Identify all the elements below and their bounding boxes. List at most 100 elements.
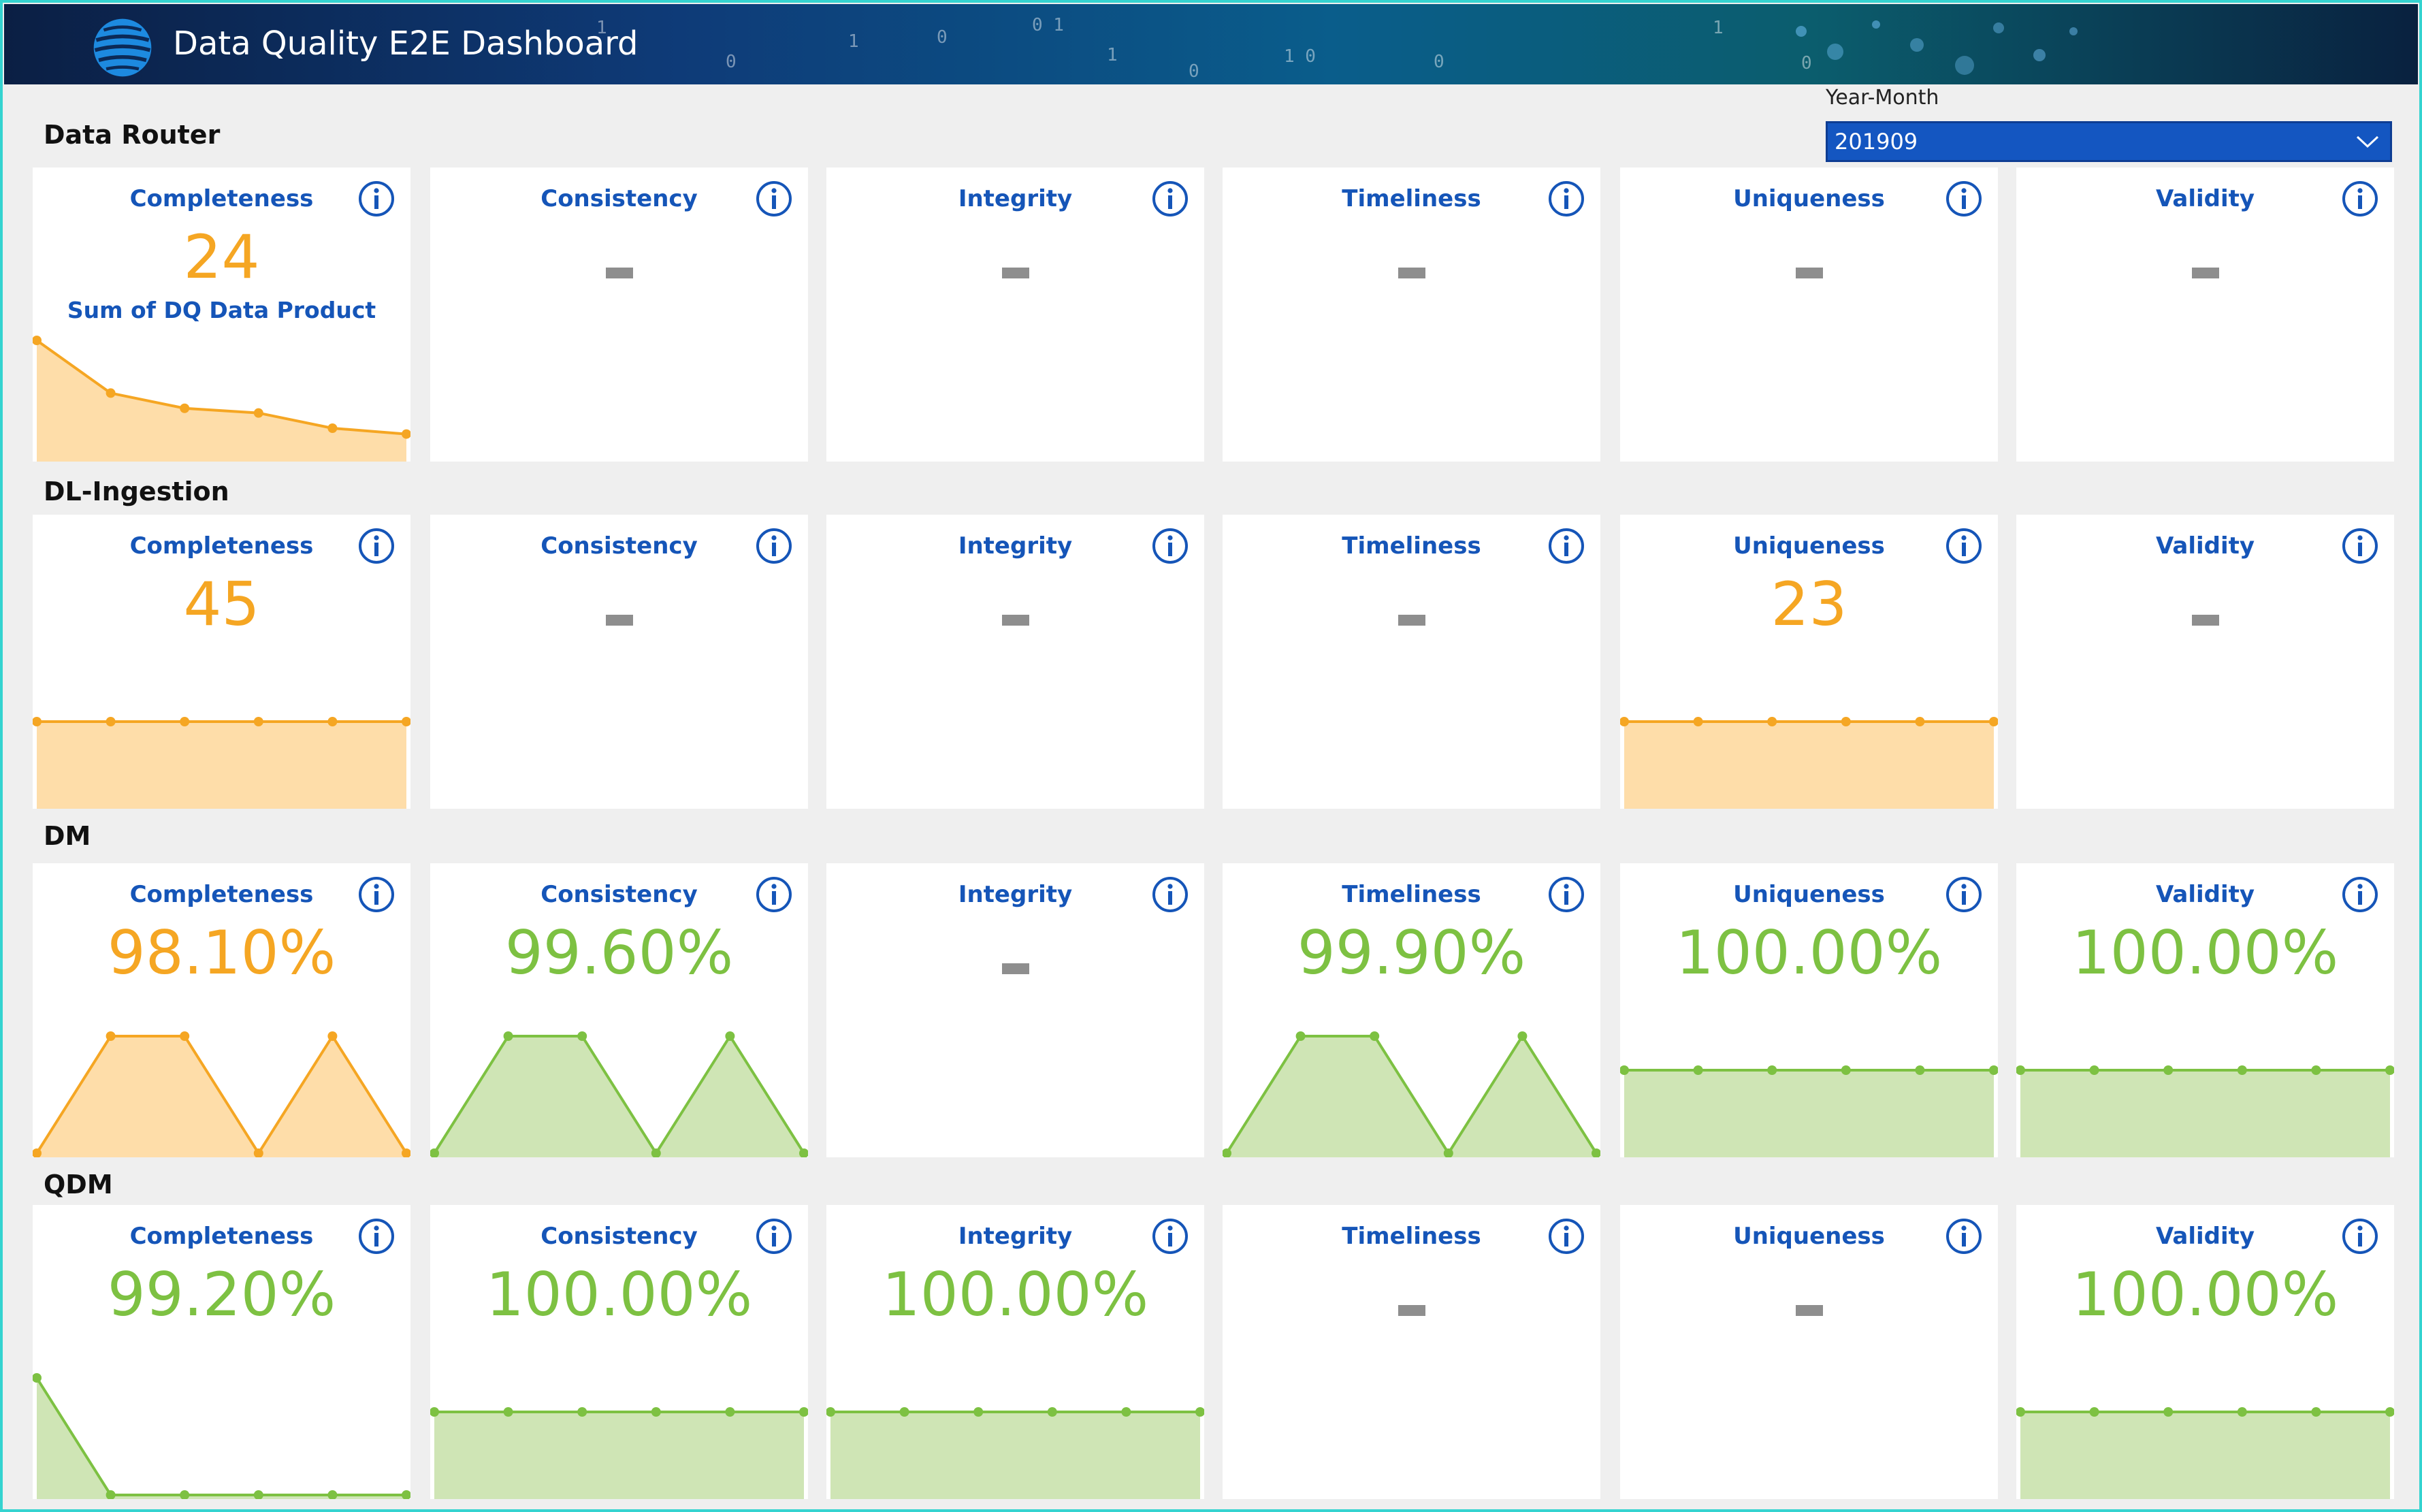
- sparkline-area: [434, 1412, 804, 1499]
- kpi-card-integrity[interactable]: Integrity: [826, 167, 1204, 462]
- section-label: QDM: [44, 1170, 113, 1200]
- kpi-value: 99.90%: [1297, 918, 1526, 988]
- year-month-value: 201909: [1835, 129, 1918, 155]
- info-icon[interactable]: [1151, 875, 1189, 914]
- info-icon[interactable]: [1547, 875, 1585, 914]
- kpi-card-integrity[interactable]: Integrity: [826, 863, 1204, 1157]
- info-icon[interactable]: [1547, 180, 1585, 218]
- info-icon[interactable]: [357, 875, 395, 914]
- kpi-card-uniqueness[interactable]: Uniqueness 23: [1620, 515, 1998, 809]
- info-icon[interactable]: [1151, 180, 1189, 218]
- kpi-card-timeliness[interactable]: Timeliness: [1223, 515, 1600, 809]
- sparkline-point: [725, 1407, 735, 1417]
- sparkline-chart: [430, 1407, 808, 1499]
- sparkline-chart: [33, 717, 410, 809]
- kpi-card-timeliness[interactable]: Timeliness 99.90%: [1223, 863, 1600, 1157]
- kpi-card-consistency[interactable]: Consistency: [430, 167, 808, 462]
- kpi-card-integrity[interactable]: Integrity: [826, 515, 1204, 809]
- info-icon[interactable]: [2341, 180, 2379, 218]
- sparkline-point: [253, 717, 263, 726]
- kpi-card-consistency[interactable]: Consistency 100.00%: [430, 1205, 808, 1499]
- kpi-card-title: Uniqueness: [1733, 185, 1885, 212]
- kpi-card-title: Completeness: [129, 1223, 314, 1250]
- sparkline-point: [106, 388, 116, 398]
- info-icon[interactable]: [357, 527, 395, 565]
- sparkline-chart: [826, 1407, 1204, 1499]
- info-icon[interactable]: [755, 1217, 793, 1255]
- info-icon[interactable]: [2341, 875, 2379, 914]
- sparkline-point: [577, 1407, 587, 1417]
- kpi-card-uniqueness[interactable]: Uniqueness 100.00%: [1620, 863, 1998, 1157]
- kpi-card-completeness[interactable]: Completeness 45: [33, 515, 410, 809]
- no-data-dash: [1398, 268, 1425, 278]
- kpi-value: 99.60%: [504, 918, 734, 988]
- sparkline-point: [973, 1407, 984, 1417]
- kpi-value: 100.00%: [2071, 1259, 2339, 1330]
- kpi-card-integrity[interactable]: Integrity 100.00%: [826, 1205, 1204, 1499]
- sparkline-point: [899, 1407, 909, 1417]
- dots-decoration: [1796, 20, 2078, 75]
- kpi-card-title: Validity: [2155, 185, 2255, 212]
- kpi-card-validity[interactable]: Validity: [2016, 167, 2394, 462]
- kpi-card-consistency[interactable]: Consistency: [430, 515, 808, 809]
- section-label: Data Router: [44, 120, 221, 150]
- info-icon[interactable]: [1945, 180, 1983, 218]
- no-data-dash: [2191, 615, 2219, 626]
- kpi-card-validity[interactable]: Validity 100.00%: [2016, 1205, 2394, 1499]
- kpi-card-title: Validity: [2155, 532, 2255, 560]
- sparkline-point: [253, 1490, 263, 1499]
- kpi-card-title: Integrity: [958, 1223, 1073, 1250]
- sparkline-point: [253, 408, 263, 418]
- info-icon[interactable]: [1945, 527, 1983, 565]
- kpi-card-title: Validity: [2155, 1223, 2255, 1250]
- info-icon[interactable]: [2341, 527, 2379, 565]
- kpi-card-title: Timeliness: [1342, 532, 1481, 560]
- app-title: Data Quality E2E Dashboard: [173, 25, 639, 63]
- sparkline-point: [1370, 1031, 1380, 1041]
- info-icon[interactable]: [755, 527, 793, 565]
- info-icon[interactable]: [2341, 1217, 2379, 1255]
- kpi-card-completeness[interactable]: Completeness 24 Sum of DQ Data Product: [33, 167, 410, 462]
- kpi-card-validity[interactable]: Validity: [2016, 515, 2394, 809]
- sparkline-area: [2020, 1412, 2390, 1499]
- sparkline-point: [1767, 1065, 1777, 1075]
- sparkline-point: [1693, 717, 1703, 726]
- kpi-card-timeliness[interactable]: Timeliness: [1223, 167, 1600, 462]
- info-icon[interactable]: [1151, 1217, 1189, 1255]
- sparkline-chart: [2016, 1065, 2394, 1157]
- sparkline-area: [830, 1412, 1200, 1499]
- sparkline-point: [1841, 717, 1851, 726]
- info-icon[interactable]: [1547, 527, 1585, 565]
- sparkline-point: [1767, 717, 1777, 726]
- no-data-dash: [1795, 1305, 1823, 1316]
- info-icon[interactable]: [1547, 1217, 1585, 1255]
- kpi-card-uniqueness[interactable]: Uniqueness: [1620, 1205, 1998, 1499]
- info-icon[interactable]: [1945, 875, 1983, 914]
- kpi-card-completeness[interactable]: Completeness 98.10%: [33, 863, 410, 1157]
- no-data-dash: [605, 268, 633, 278]
- kpi-card-completeness[interactable]: Completeness 99.20%: [33, 1205, 410, 1499]
- info-icon[interactable]: [755, 875, 793, 914]
- info-icon[interactable]: [357, 1217, 395, 1255]
- kpi-card-validity[interactable]: Validity 100.00%: [2016, 863, 2394, 1157]
- year-month-select[interactable]: 201909: [1826, 121, 2392, 162]
- kpi-card-uniqueness[interactable]: Uniqueness: [1620, 167, 1998, 462]
- kpi-card-title: Uniqueness: [1733, 881, 1885, 908]
- sparkline-point: [2163, 1065, 2174, 1075]
- info-icon[interactable]: [357, 180, 395, 218]
- no-data-dash: [1001, 963, 1029, 974]
- kpi-value: 23: [1771, 569, 1847, 639]
- kpi-value: 100.00%: [485, 1259, 753, 1330]
- info-icon[interactable]: [755, 180, 793, 218]
- info-icon[interactable]: [1151, 527, 1189, 565]
- sparkline-point: [327, 423, 338, 433]
- sparkline-chart: [33, 336, 410, 462]
- info-icon[interactable]: [1945, 1217, 1983, 1255]
- sparkline-chart: [1223, 1031, 1600, 1157]
- kpi-card-consistency[interactable]: Consistency 99.60%: [430, 863, 808, 1157]
- kpi-card-timeliness[interactable]: Timeliness: [1223, 1205, 1600, 1499]
- sparkline-point: [106, 1031, 116, 1041]
- kpi-card-title: Integrity: [958, 185, 1073, 212]
- sparkline-chart: [33, 1373, 410, 1499]
- sparkline-point: [2311, 1407, 2321, 1417]
